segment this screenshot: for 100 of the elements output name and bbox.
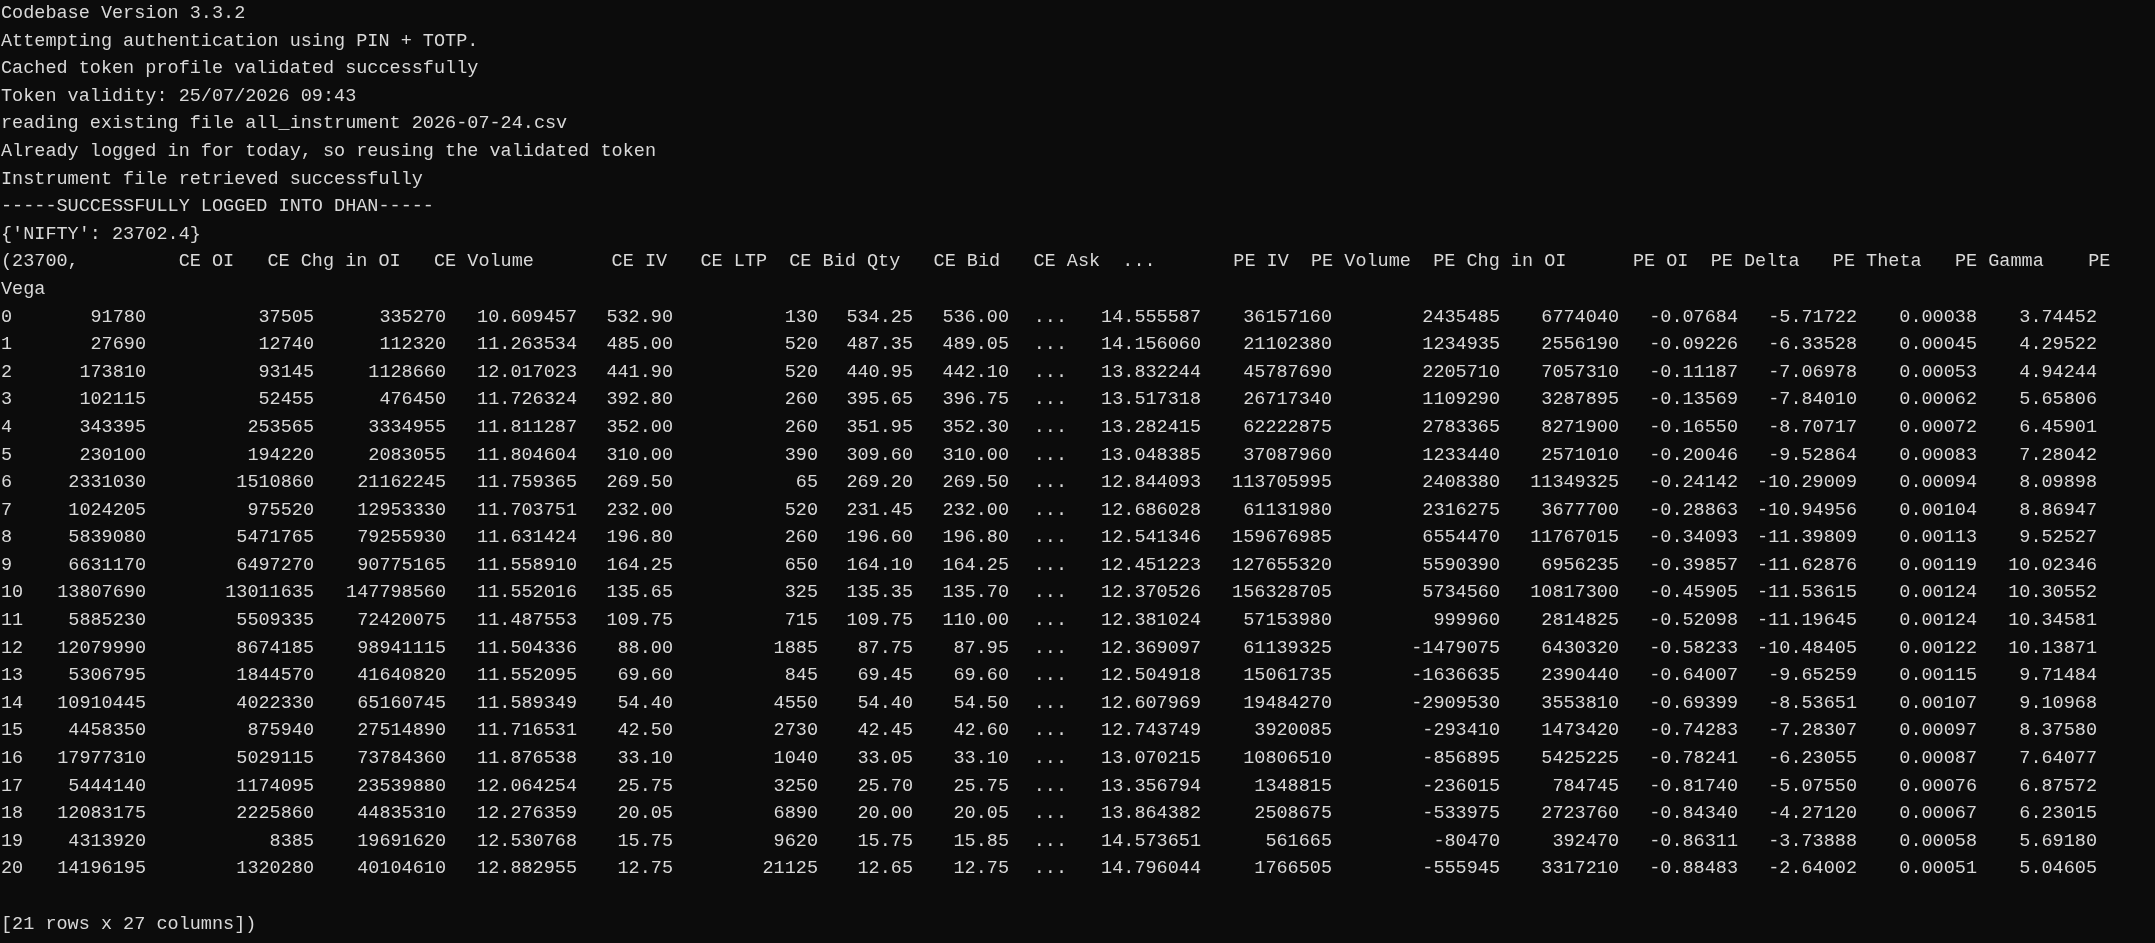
table-cell-text: 3287895 [1541,388,1619,413]
table-cell-text: ... [1033,691,1067,716]
table-cell-text: 20.05 [953,802,1009,827]
table-cell-text: 69.45 [857,664,913,689]
table-cell-text: 309.60 [846,443,913,468]
table-cell-text: -9.52864 [1768,443,1857,468]
table-cell-text: 11.703751 [477,498,577,523]
table-cell-text: 54.50 [953,691,1009,716]
table-cell-text: 33.10 [617,747,673,772]
table-cell-text: 10.02346 [2008,553,2097,578]
table-cell-text: 14196195 [57,857,146,882]
table-cell-text: 5471765 [236,526,314,551]
table-cell-text: 0.00083 [1899,443,1977,468]
table-cell-text: 11.552016 [477,581,577,606]
table-cell-text: 1040 [773,747,818,772]
table-cell-text: 8271900 [1541,415,1619,440]
table-cell-text: 164.25 [606,553,673,578]
table-cell-text: -11.39809 [1757,526,1857,551]
table-cell-text: 33.10 [953,747,1009,772]
table-cell-text: 11.759365 [477,471,577,496]
table-cell-text: 0.00104 [1899,498,1977,523]
table-cell-text: 487.35 [846,333,913,358]
table-cell-text: -11.53615 [1757,581,1857,606]
table-cell-text: 11.726324 [477,388,577,413]
table-cell-text: 6631170 [68,553,146,578]
row-index: 11 [1,609,24,634]
table-cell-text: 17977310 [57,747,146,772]
table-cell-text: 2205710 [1422,360,1500,385]
table-cell-text: 14.573651 [1101,829,1201,854]
table-header-line: (23700, CE OI CE Chg in OI CE Volume CE IV CE LTP CE Bid Qty CE Bid CE Ask ... PE IV PE Volume PE Chg in OI PE OI PE Delta PE Theta PE Gamma PE [1,250,2111,275]
table-cell-text: 11349325 [1530,471,1619,496]
table-cell-text: -0.52098 [1649,609,1738,634]
log-line: Attempting authentication using PIN + TOTP. [1,29,479,54]
table-cell-text: 2408380 [1422,471,1500,496]
table-cell-text: -10.48405 [1757,636,1857,661]
table-cell-text: 12.381024 [1101,609,1201,634]
table-cell-text: 396.75 [942,388,1009,413]
table-cell-text: ... [1033,857,1067,882]
table-cell-text: 11.552095 [477,664,577,689]
table-cell-text: -293410 [1422,719,1500,744]
table-cell-text: 164.10 [846,553,913,578]
table-cell-text: 12083175 [57,802,146,827]
table-cell-text: 0.00067 [1899,802,1977,827]
table-cell-text: -0.86311 [1649,829,1738,854]
table-cell-text: 784745 [1552,774,1619,799]
table-cell-text: 1885 [773,636,818,661]
table-cell-text: 2083055 [368,443,446,468]
table-cell-text: 11.811287 [477,415,577,440]
table-cell-text: 61131980 [1243,498,1332,523]
table-cell-text: ... [1033,553,1067,578]
table-cell-text: 5425225 [1541,747,1619,772]
table-cell-text: -0.34093 [1649,526,1738,551]
table-cell-text: 62222875 [1243,415,1332,440]
table-cell-text: 3677700 [1541,498,1619,523]
table-cell-text: 42.60 [953,719,1009,744]
table-cell-text: 0.00051 [1899,857,1977,882]
table-cell-text: 0.00119 [1899,553,1977,578]
table-cell-text: 0.00087 [1899,747,1977,772]
table-cell-text: 875940 [247,719,314,744]
table-cell-text: 11.716531 [477,719,577,744]
log-line: Already logged in for today, so reusing the validated token [1,139,656,164]
table-cell-text: 5.69180 [2019,829,2097,854]
table-cell-text: -10.29009 [1757,471,1857,496]
table-cell-text: 390 [784,443,818,468]
table-cell-text: 130 [784,305,818,330]
table-cell-text: 2783365 [1422,415,1500,440]
table-cell-text: 27690 [90,333,146,358]
table-cell-text: 6554470 [1422,526,1500,551]
table-cell-text: 5029115 [236,747,314,772]
table-cell-text: 9.10968 [2019,691,2097,716]
table-cell-text: 6890 [773,802,818,827]
row-index: 0 [1,305,13,330]
table-cell-text: 8.37580 [2019,719,2097,744]
table-cell-text: -0.88483 [1649,857,1738,882]
table-cell-text: ... [1033,636,1067,661]
table-cell-text: -6.33528 [1768,333,1857,358]
table-cell-text: 2316275 [1422,498,1500,523]
row-index: 9 [1,553,13,578]
table-cell-text: 1510860 [236,471,314,496]
table-cell-text: -7.06978 [1768,360,1857,385]
table-cell-text: 21162245 [357,471,446,496]
table-cell-text: ... [1033,388,1067,413]
table-cell-text: 7.28042 [2019,443,2097,468]
table-cell-text: ... [1033,443,1067,468]
table-header-line: Vega [1,277,46,302]
table-cell-text: -8.70717 [1768,415,1857,440]
table-cell-text: 269.50 [606,471,673,496]
table-cell-text: 343395 [79,415,146,440]
table-cell-text: 36157160 [1243,305,1332,330]
table-cell-text: 54.40 [857,691,913,716]
table-cell-text: 6.45901 [2019,415,2097,440]
table-cell-text: 9620 [773,829,818,854]
table-cell-text: -856895 [1422,747,1500,772]
table-cell-text: 0.00122 [1899,636,1977,661]
table-cell-text: 3553810 [1541,691,1619,716]
row-index: 18 [1,802,24,827]
table-cell-text: ... [1033,526,1067,551]
table-cell-text: 12.607969 [1101,691,1201,716]
table-cell-text: -7.84010 [1768,388,1857,413]
log-line: {'NIFTY': 23702.4} [1,222,201,247]
